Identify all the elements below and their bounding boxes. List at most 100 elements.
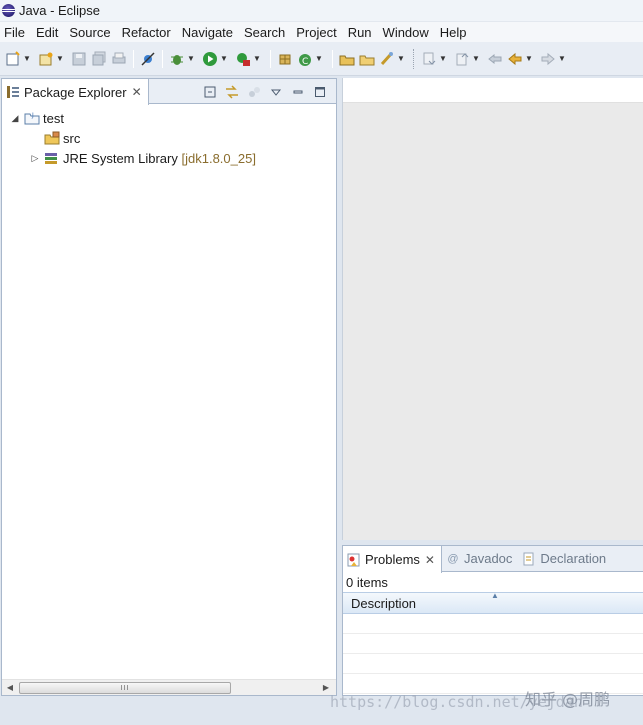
menu-file[interactable]: File [4, 25, 33, 40]
problems-items-count: 0 items [346, 575, 388, 590]
problems-table-header: Description ▲ [343, 591, 643, 614]
open-task-dropdown-icon[interactable]: ▼ [397, 54, 405, 63]
tab-problems[interactable]: Problems ✕ [343, 546, 442, 573]
package-explorer-actions [196, 79, 328, 104]
package-explorer-view: Package Explorer ✕ ◢ J test src ▷ JRE Sy… [1, 78, 337, 696]
editor-tab-strip [343, 78, 643, 103]
next-annotation-icon[interactable] [421, 51, 437, 67]
tab-package-explorer[interactable]: Package Explorer ✕ [2, 79, 149, 105]
tree-item-jre-library[interactable]: ▷ JRE System Library [jdk1.8.0_25] [2, 148, 336, 168]
back-dropdown-icon[interactable]: ▼ [525, 54, 533, 63]
tree-item-project[interactable]: ◢ J test [2, 108, 336, 128]
new-java-project-icon[interactable] [38, 51, 54, 67]
source-folder-icon [44, 131, 60, 145]
package-explorer-icon [6, 85, 20, 99]
forward-dropdown-icon[interactable]: ▼ [558, 54, 566, 63]
package-explorer-tabbar: Package Explorer ✕ [2, 79, 336, 105]
menu-search[interactable]: Search [244, 25, 293, 40]
scroll-left-icon[interactable]: ◀ [2, 683, 18, 692]
last-edit-location-icon[interactable] [487, 51, 503, 67]
close-icon[interactable]: ✕ [425, 553, 435, 567]
declaration-icon [522, 552, 536, 566]
new-project-dropdown-icon[interactable]: ▼ [56, 54, 64, 63]
scroll-thumb[interactable]: III [19, 682, 231, 694]
library-version: [jdk1.8.0_25] [181, 150, 256, 166]
next-annotation-dropdown-icon[interactable]: ▼ [439, 54, 447, 63]
table-row [343, 614, 643, 634]
problems-icon [347, 553, 361, 567]
previous-annotation-icon[interactable] [454, 51, 470, 67]
menu-run[interactable]: Run [348, 25, 380, 40]
menu-bar: File Edit Source Refactor Navigate Searc… [0, 22, 643, 42]
menu-edit[interactable]: Edit [36, 25, 66, 40]
open-folder-icon[interactable] [359, 51, 375, 67]
view-menu-icon[interactable] [268, 84, 284, 100]
previous-annotation-dropdown-icon[interactable]: ▼ [472, 54, 480, 63]
save-icon[interactable] [71, 51, 87, 67]
link-with-editor-icon[interactable] [224, 84, 240, 100]
library-icon [44, 151, 60, 165]
column-description[interactable]: Description [351, 596, 416, 611]
tree-item-src[interactable]: src [2, 128, 336, 148]
menu-help[interactable]: Help [440, 25, 475, 40]
open-task-icon[interactable] [379, 51, 395, 67]
svg-text:J: J [31, 112, 34, 119]
horizontal-scrollbar[interactable]: ◀ III ▶ [2, 679, 336, 695]
editor-area[interactable] [342, 78, 643, 540]
table-row [343, 634, 643, 654]
tab-declaration[interactable]: Declaration [518, 546, 612, 571]
library-name: JRE System Library [63, 150, 178, 166]
forward-icon[interactable] [540, 51, 556, 67]
external-tools-icon[interactable] [235, 51, 251, 67]
menu-source[interactable]: Source [69, 25, 118, 40]
menu-navigate[interactable]: Navigate [182, 25, 241, 40]
run-icon[interactable] [202, 51, 218, 67]
javadoc-tab-label: Javadoc [463, 551, 513, 566]
scroll-right-icon[interactable]: ▶ [318, 683, 334, 692]
external-tools-dropdown-icon[interactable]: ▼ [253, 54, 261, 63]
eclipse-logo-icon [2, 4, 15, 17]
collapsed-twisty-icon[interactable]: ▷ [30, 153, 40, 164]
toolbar-separator [270, 49, 271, 68]
package-explorer-tab-label: Package Explorer [24, 84, 127, 100]
debug-dropdown-icon[interactable]: ▼ [187, 54, 195, 63]
menu-window[interactable]: Window [383, 25, 437, 40]
toolbar-grip[interactable] [413, 48, 416, 69]
menu-refactor[interactable]: Refactor [122, 25, 179, 40]
project-tree: ◢ J test src ▷ JRE System Library [jdk1.… [2, 104, 336, 168]
declaration-tab-label: Declaration [540, 551, 607, 566]
maximize-icon[interactable] [312, 84, 328, 100]
tab-javadoc[interactable]: @ Javadoc [442, 546, 518, 571]
new-package-icon[interactable] [277, 51, 293, 67]
toolbar-separator [332, 49, 333, 68]
skip-breakpoints-icon[interactable] [140, 51, 156, 67]
back-icon[interactable] [507, 51, 523, 67]
save-all-icon[interactable] [91, 51, 107, 67]
window-titlebar: Java - Eclipse [0, 0, 643, 22]
close-icon[interactable]: ✕ [132, 85, 142, 99]
new-class-dropdown-icon[interactable]: ▼ [315, 54, 323, 63]
toolbar-separator [133, 49, 134, 68]
debug-icon[interactable] [169, 51, 185, 67]
bottom-tabbar: Problems ✕ @ Javadoc Declaration [343, 546, 643, 573]
src-folder-name: src [63, 130, 81, 146]
open-type-icon[interactable] [339, 51, 355, 67]
expanded-twisty-icon[interactable]: ◢ [10, 113, 20, 124]
menu-project[interactable]: Project [296, 25, 344, 40]
new-dropdown-icon[interactable]: ▼ [23, 54, 31, 63]
focus-on-active-task-icon[interactable] [246, 84, 262, 100]
project-name: test [43, 110, 64, 126]
toolbar-separator [162, 49, 163, 68]
java-project-icon: J [24, 111, 40, 125]
table-row [343, 654, 643, 674]
new-wizard-icon[interactable] [5, 50, 21, 67]
new-class-icon[interactable]: C [297, 51, 313, 67]
window-title: Java - Eclipse [19, 3, 100, 18]
minimize-icon[interactable] [290, 84, 306, 100]
run-dropdown-icon[interactable]: ▼ [220, 54, 228, 63]
url-watermark: https://blog.csdn.net/yejdan [330, 693, 583, 711]
svg-text:C: C [302, 57, 308, 67]
collapse-all-icon[interactable] [202, 84, 218, 100]
print-icon[interactable] [111, 51, 127, 67]
javadoc-icon: @ [447, 552, 459, 565]
